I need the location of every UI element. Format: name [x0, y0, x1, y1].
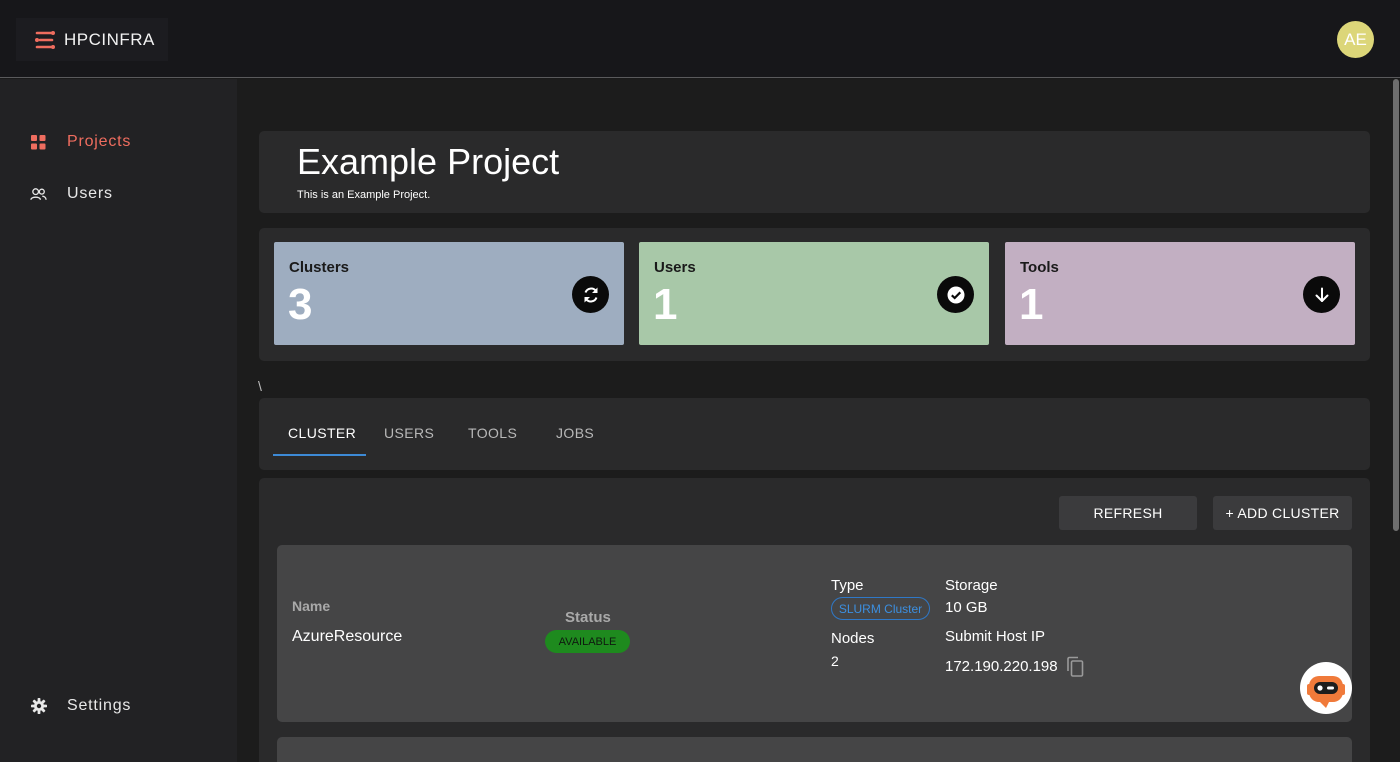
- app-logo[interactable]: HPCINFRA: [16, 18, 168, 61]
- stat-label: Tools: [1020, 259, 1059, 276]
- nodes-value: 2: [831, 653, 839, 669]
- sidebar-item-label: Users: [67, 185, 113, 202]
- stats-panel: Clusters 3 Users 1 Tools 1: [259, 228, 1370, 361]
- scrollbar[interactable]: [1392, 79, 1400, 762]
- cluster-card[interactable]: [277, 737, 1352, 762]
- stat-value: 1: [1019, 280, 1044, 329]
- project-description: This is an Example Project.: [297, 189, 431, 201]
- add-cluster-button[interactable]: + ADD CLUSTER: [1213, 496, 1352, 530]
- logo-icon: [35, 30, 55, 49]
- status-label: Status: [565, 609, 611, 626]
- grid-icon: [30, 134, 47, 151]
- sidebar-item-users[interactable]: Users: [30, 185, 113, 203]
- sidebar-item-label: Settings: [67, 697, 132, 714]
- active-tab-indicator: [273, 454, 366, 456]
- cluster-list-panel: REFRESH + ADD CLUSTER Name AzureResource…: [259, 478, 1370, 762]
- tab-users[interactable]: USERS: [384, 425, 434, 441]
- type-label: Type: [831, 577, 864, 594]
- sidebar-item-label: Projects: [67, 133, 132, 150]
- top-bar: HPCINFRA AE: [0, 0, 1400, 78]
- tab-tools[interactable]: TOOLS: [468, 425, 517, 441]
- tab-cluster[interactable]: CLUSTER: [288, 425, 356, 441]
- storage-value: 10 GB: [945, 599, 988, 616]
- page-title: Example Project: [297, 141, 560, 182]
- cluster-card[interactable]: Name AzureResource Status AVAILABLE Type…: [277, 545, 1352, 722]
- name-label: Name: [292, 598, 331, 614]
- stat-card-clusters[interactable]: Clusters 3: [274, 242, 624, 345]
- tab-bar: CLUSTER USERS TOOLS JOBS: [259, 398, 1370, 470]
- app-name: HPCINFRA: [64, 29, 155, 49]
- stray-text: \: [258, 378, 262, 394]
- scrollbar-thumb[interactable]: [1393, 79, 1399, 531]
- main-content: Example Project This is an Example Proje…: [237, 79, 1400, 762]
- stat-card-users[interactable]: Users 1: [639, 242, 989, 345]
- sidebar-item-settings[interactable]: Settings: [30, 697, 131, 715]
- robot-icon: [1307, 676, 1345, 708]
- gear-icon: [30, 698, 47, 715]
- user-avatar[interactable]: AE: [1337, 21, 1374, 58]
- sidebar-item-projects[interactable]: Projects: [30, 133, 131, 151]
- cluster-type-badge: SLURM Cluster: [831, 597, 930, 620]
- storage-label: Storage: [945, 577, 998, 594]
- stat-label: Clusters: [289, 259, 350, 276]
- refresh-icon: [572, 276, 609, 313]
- stat-card-tools[interactable]: Tools 1: [1005, 242, 1355, 345]
- copy-icon[interactable]: [1065, 656, 1087, 680]
- project-header: Example Project This is an Example Proje…: [259, 131, 1370, 213]
- submit-host-ip: 172.190.220.198: [945, 658, 1058, 675]
- stat-value: 3: [288, 280, 313, 329]
- stat-value: 1: [653, 280, 678, 329]
- chat-bot-button[interactable]: [1300, 662, 1352, 714]
- arrow-down-icon: [1303, 276, 1340, 313]
- tab-jobs[interactable]: JOBS: [556, 425, 594, 441]
- status-badge: AVAILABLE: [545, 630, 630, 653]
- stat-label: Users: [654, 259, 696, 276]
- sidebar: Projects Users Settings: [0, 79, 237, 762]
- cluster-name: AzureResource: [292, 628, 403, 645]
- refresh-button[interactable]: REFRESH: [1059, 496, 1197, 530]
- check-circle-icon: [937, 276, 974, 313]
- submit-host-label: Submit Host IP: [945, 628, 1046, 645]
- users-icon: [30, 186, 47, 203]
- nodes-label: Nodes: [831, 630, 875, 647]
